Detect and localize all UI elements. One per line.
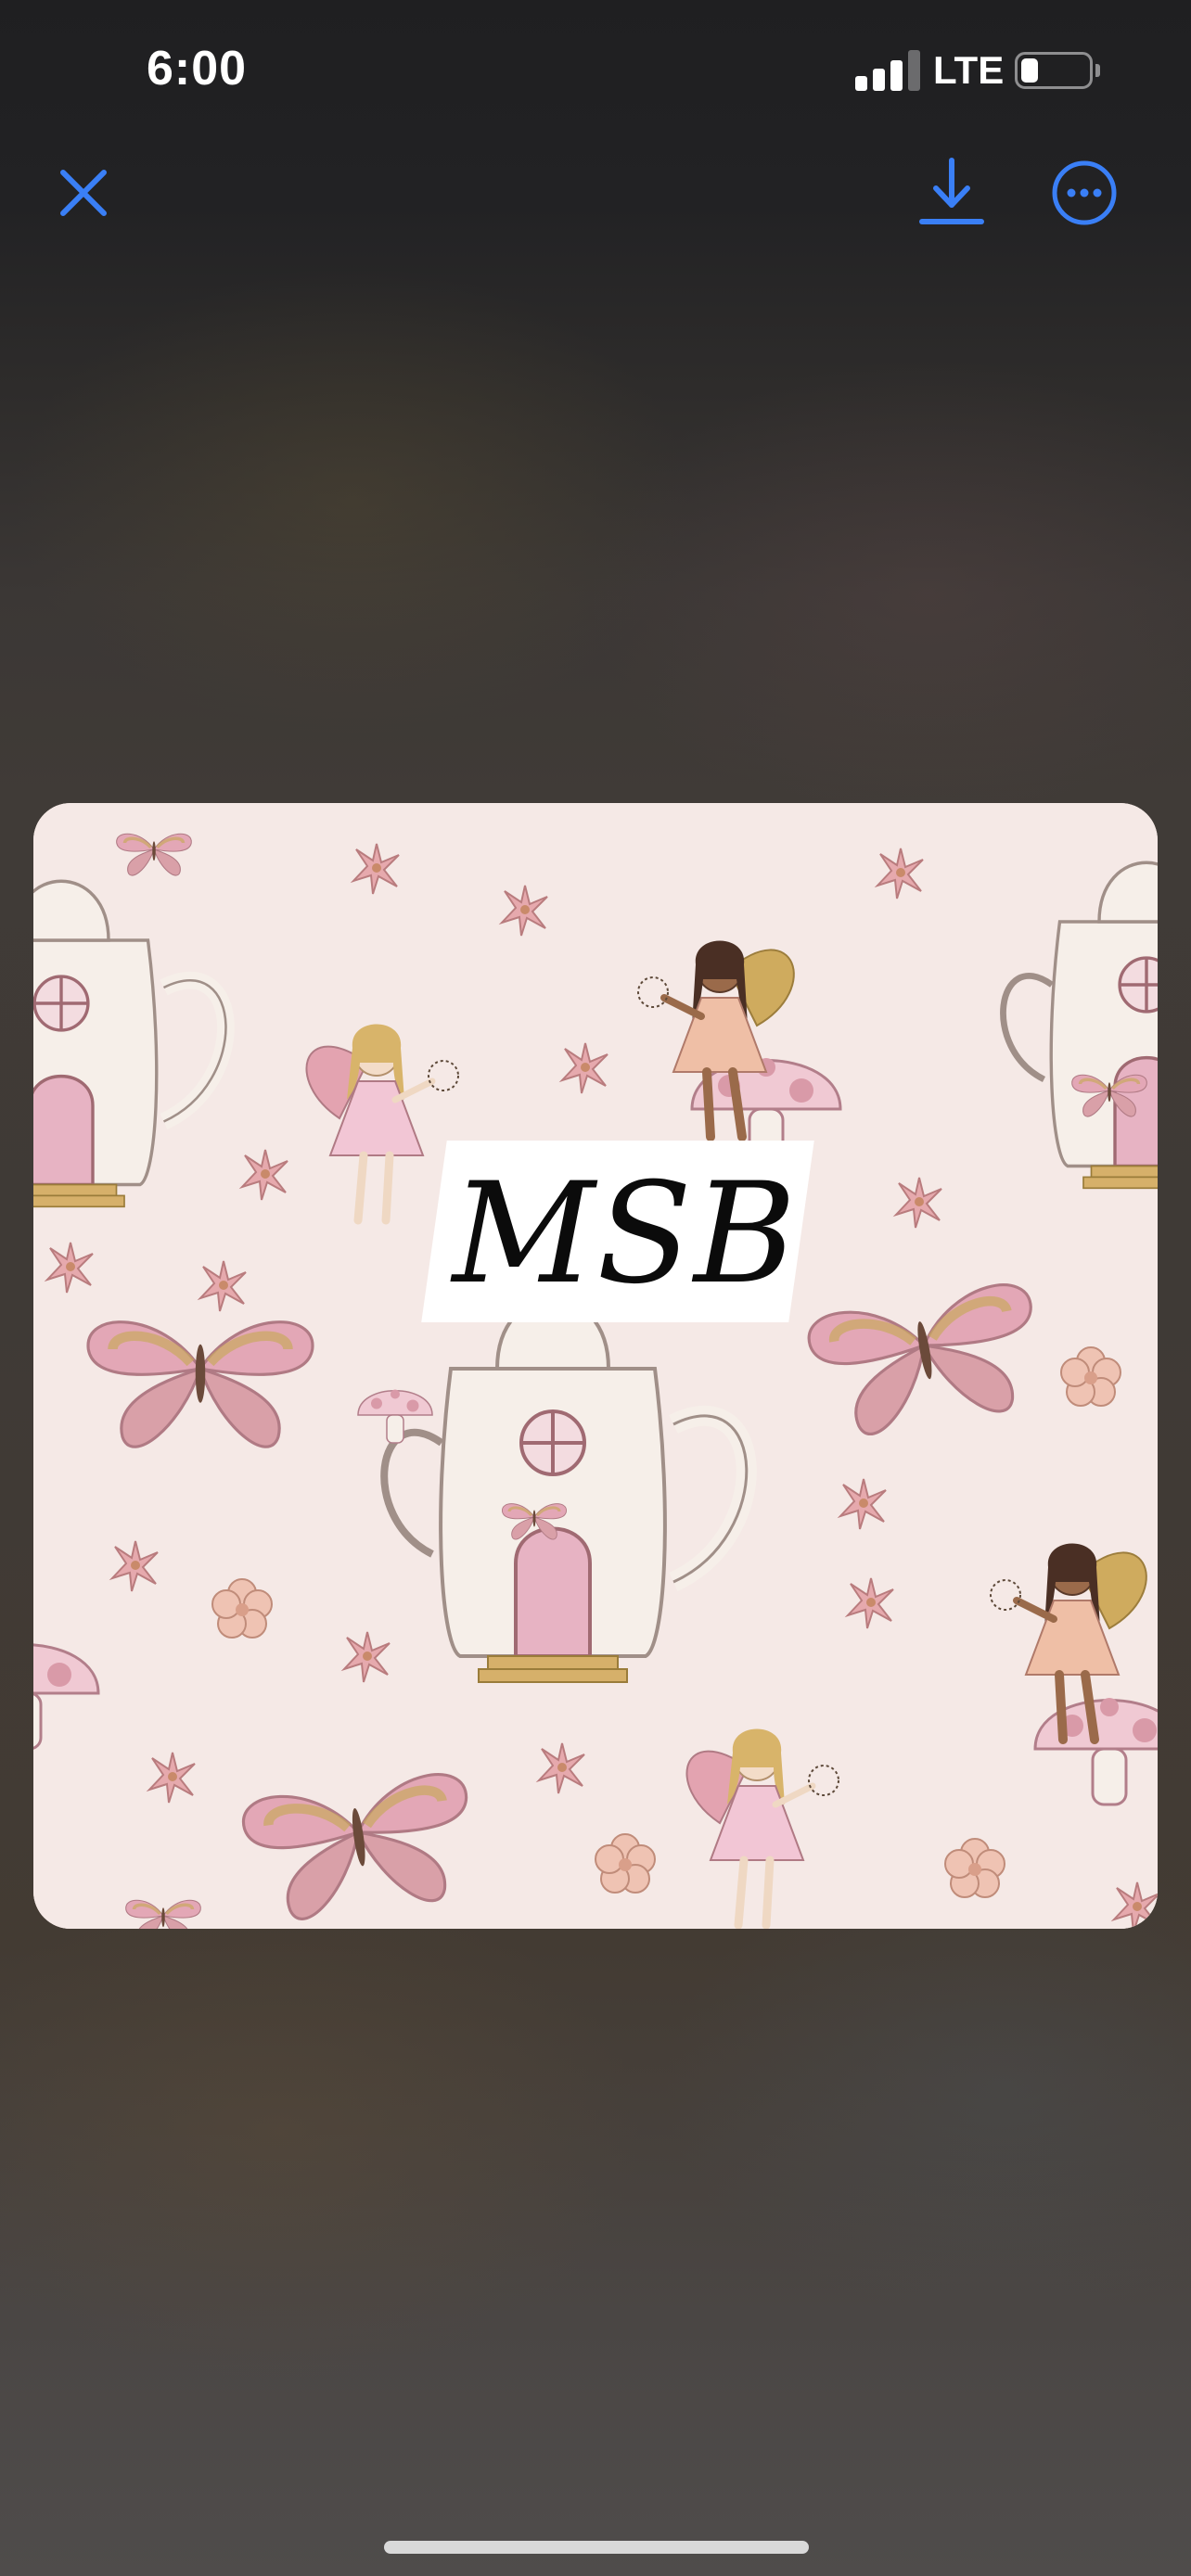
network-type: LTE xyxy=(933,48,1005,92)
close-icon xyxy=(60,170,107,216)
status-bar: 6:00 LTE xyxy=(0,0,1191,139)
cellular-signal-icon xyxy=(855,50,922,91)
download-button[interactable] xyxy=(913,150,991,234)
logo-text: MSB xyxy=(452,1154,799,1315)
more-options-button[interactable] xyxy=(1049,158,1120,228)
fairy-pattern-illustration xyxy=(33,803,1158,1929)
status-time: 6:00 xyxy=(147,42,248,96)
close-button[interactable] xyxy=(46,156,121,230)
image-preview[interactable]: MSB xyxy=(33,803,1158,1929)
download-icon xyxy=(919,158,984,224)
battery-nub xyxy=(1095,64,1100,77)
home-indicator[interactable] xyxy=(384,2541,809,2554)
battery-icon xyxy=(1015,52,1093,89)
ellipsis-circle-icon xyxy=(1052,160,1117,225)
battery-level xyxy=(1021,58,1038,83)
